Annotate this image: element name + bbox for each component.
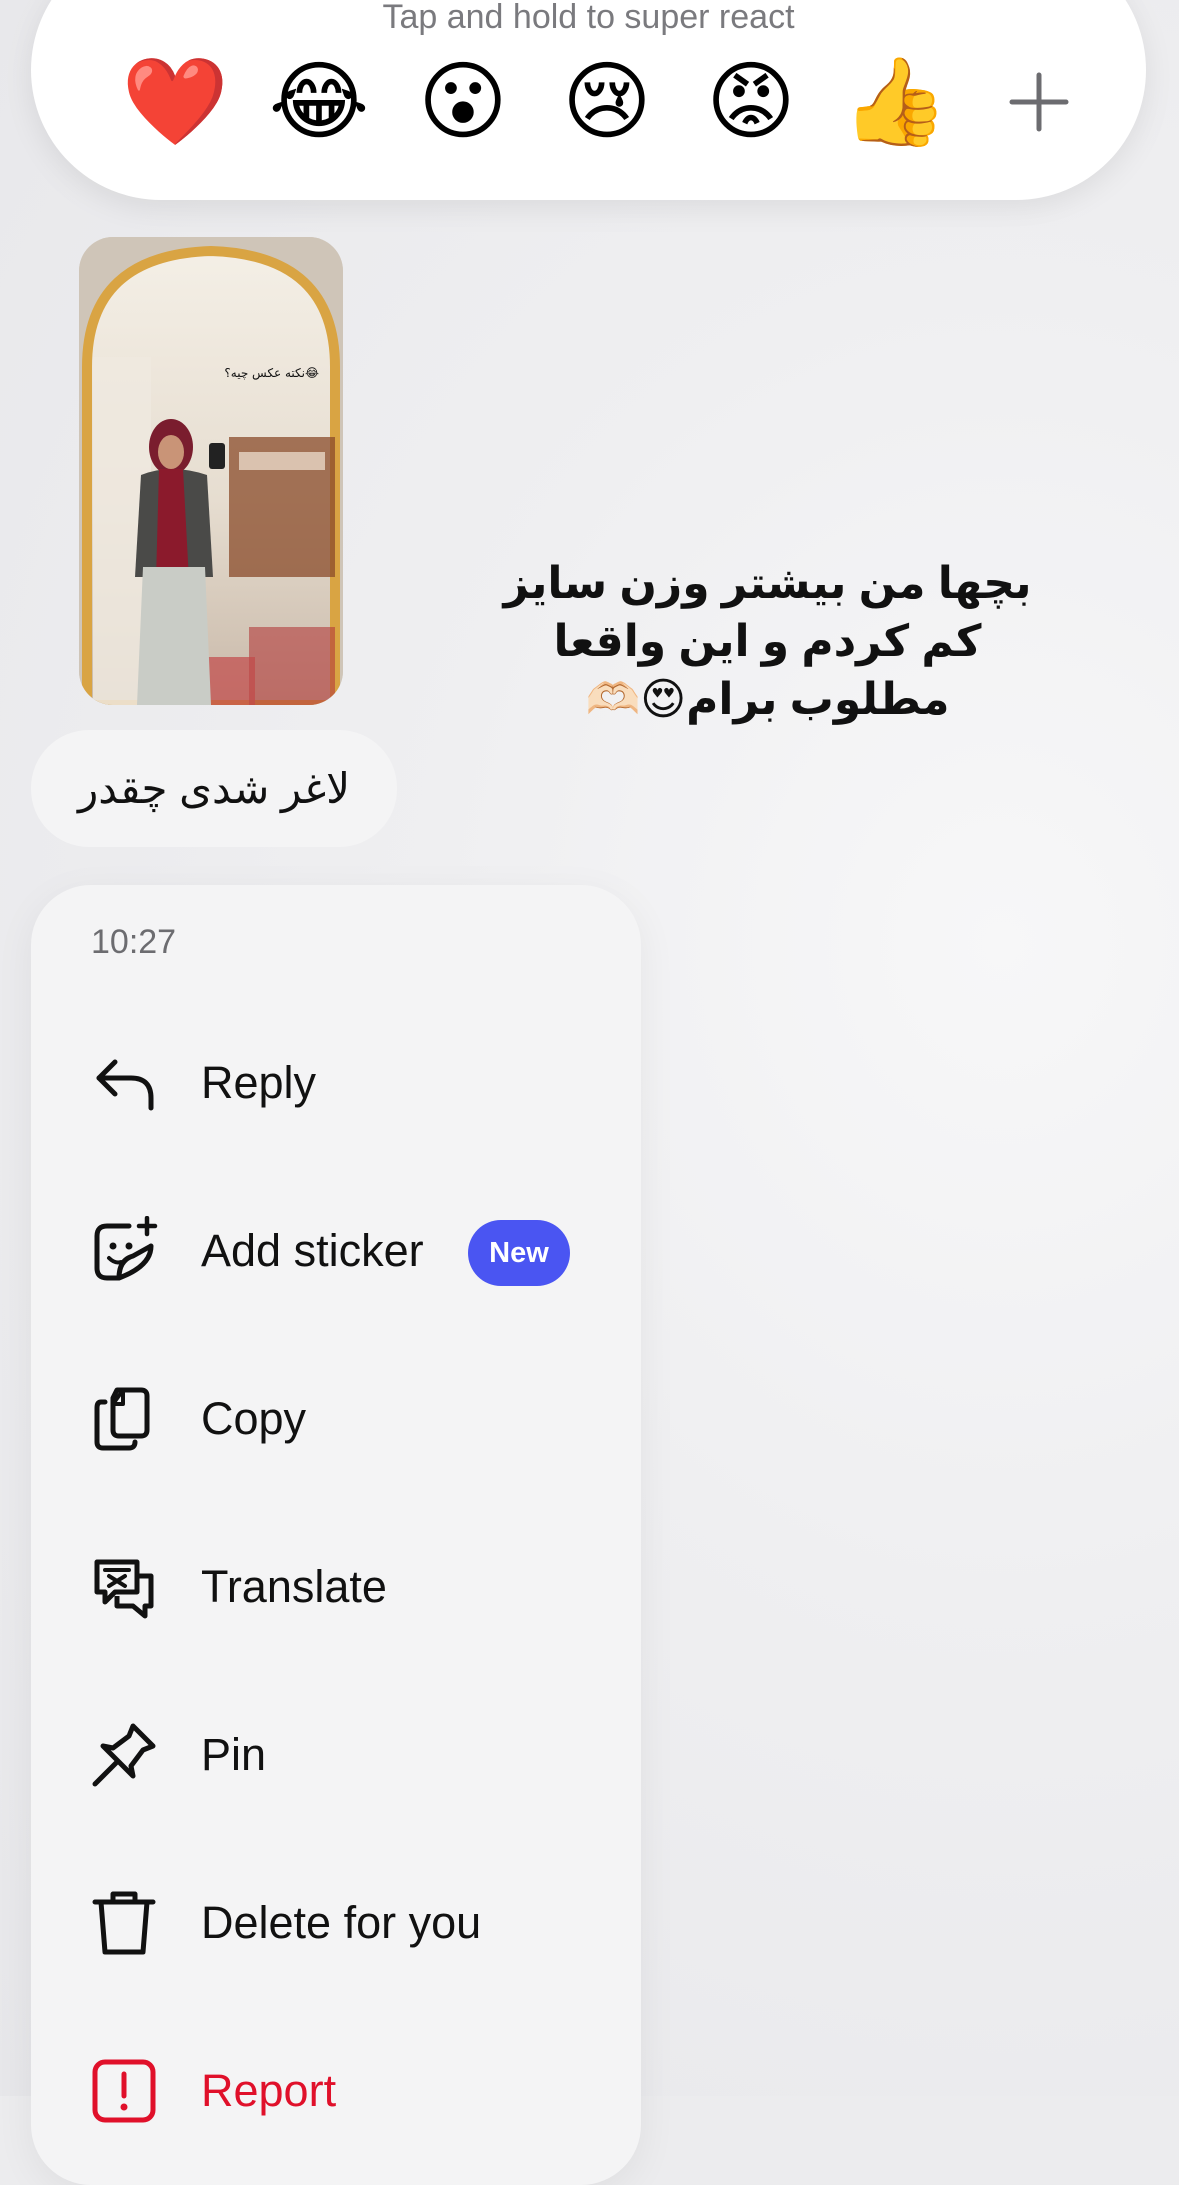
new-badge: New <box>468 1220 570 1286</box>
post-caption: بچها من بیشتر وزن سایز کم کردم و این واق… <box>503 559 1032 724</box>
reaction-hint: Tap and hold to super react <box>382 0 795 36</box>
reaction-bar: Tap and hold to super react ❤️ 😂 😮 😢 😡 👍 <box>31 0 1146 200</box>
post-overlay-text: نکته عکس چیه؟😂 <box>224 366 319 381</box>
menu-item-report[interactable]: Report <box>31 2031 641 2151</box>
message-time: 10:27 <box>91 923 177 961</box>
menu-label-add-sticker: Add sticker <box>201 1225 424 1276</box>
menu-label-delete: Delete for you <box>201 1897 482 1948</box>
reaction-laugh[interactable]: 😂 <box>247 52 391 152</box>
menu-item-pin[interactable]: Pin <box>31 1695 641 1815</box>
menu-item-copy[interactable]: Copy <box>31 1359 641 1479</box>
menu-item-translate[interactable]: Translate <box>31 1527 641 1647</box>
plus-icon[interactable] <box>967 52 1111 152</box>
menu-item-reply[interactable]: Reply <box>31 1023 641 1143</box>
reaction-row: ❤️ 😂 😮 😢 😡 👍 <box>103 52 1111 152</box>
menu-item-delete[interactable]: Delete for you <box>31 1863 641 1983</box>
menu-item-add-sticker[interactable]: Add sticker New <box>31 1191 641 1311</box>
message-text: لاغر شدی چقدر <box>77 765 351 812</box>
reaction-wow[interactable]: 😮 <box>391 52 535 152</box>
message-bubble[interactable]: لاغر شدی چقدر <box>31 730 397 847</box>
sticker-icon <box>94 1216 158 1281</box>
menu-label-copy: Copy <box>201 1393 307 1444</box>
reaction-heart[interactable]: ❤️ <box>103 52 247 152</box>
report-icon <box>92 2059 156 2123</box>
reaction-angry[interactable]: 😡 <box>679 52 823 152</box>
reaction-sad[interactable]: 😢 <box>535 52 679 152</box>
reply-icon <box>96 1059 154 1111</box>
reaction-thumbs-up[interactable]: 👍 <box>823 52 967 152</box>
trash-icon <box>92 1891 156 1955</box>
shared-post-image[interactable]: نکته عکس چیه؟😂 <box>79 237 343 705</box>
menu-label-translate: Translate <box>201 1561 387 1612</box>
pin-icon <box>92 1723 156 1787</box>
copy-icon <box>94 1387 150 1451</box>
menu-label-pin: Pin <box>201 1729 267 1780</box>
context-menu: 10:27 Reply Add sticker New Copy Transla… <box>31 885 641 2185</box>
translate-icon <box>94 1559 154 1619</box>
menu-label-reply: Reply <box>201 1057 317 1108</box>
menu-label-report: Report <box>201 2065 337 2116</box>
